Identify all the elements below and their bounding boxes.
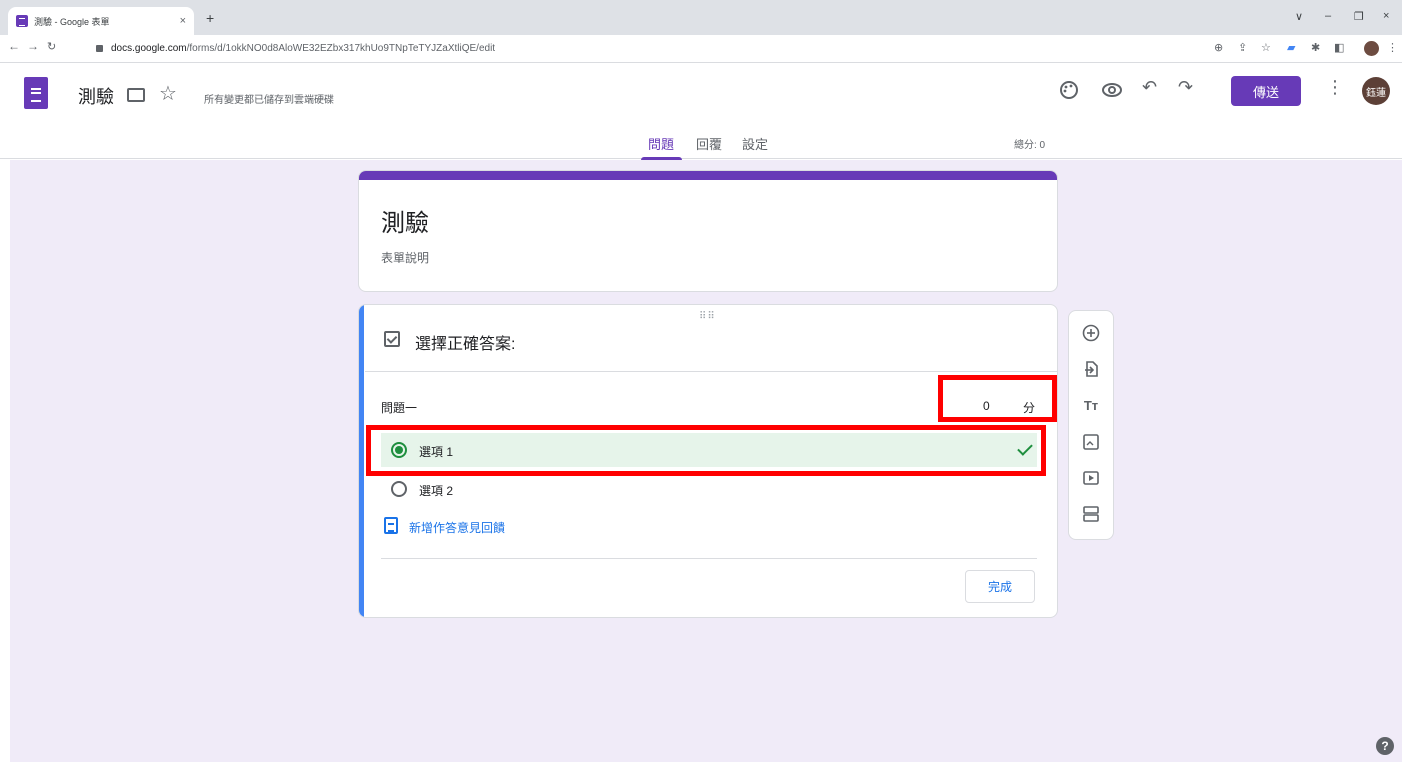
forward-icon[interactable]: → [27,39,39,53]
translate-extension-icon[interactable]: ▰ [1287,41,1295,54]
tab-settings[interactable]: 設定 [742,134,768,153]
divider [381,558,1037,559]
add-section-icon[interactable] [1081,504,1101,524]
folder-icon[interactable] [127,88,145,102]
minimize-button[interactable]: – [1325,10,1331,22]
profile-avatar-icon[interactable] [1364,41,1379,56]
add-video-icon[interactable] [1081,468,1101,488]
add-question-icon[interactable] [1081,323,1101,343]
redo-icon[interactable]: ↷ [1178,77,1193,98]
back-icon[interactable]: ← [8,39,20,53]
side-panel-icon[interactable]: ◧ [1334,41,1344,54]
reload-icon[interactable]: ↻ [47,40,56,53]
tab-questions[interactable]: 問題 [648,134,674,153]
form-description[interactable]: 表單說明 [381,249,429,266]
tab-search-icon[interactable]: ∨ [1295,10,1303,23]
share-icon[interactable]: ⇪ [1238,41,1247,54]
address-bar: ← → ↻ docs.google.com/forms/d/1okkNO0d8A… [0,35,1402,63]
browser-menu-icon[interactable]: ⋮ [1387,41,1398,54]
preview-eye-icon[interactable] [1101,80,1123,100]
drag-handle-icon[interactable]: ⠿⠿ [699,311,716,322]
done-button[interactable]: 完成 [965,570,1035,603]
add-image-icon[interactable] [1081,432,1101,452]
new-tab-button[interactable]: + [206,10,214,26]
tab-close-icon[interactable]: × [180,15,186,27]
form-title[interactable]: 測驗 [381,203,429,238]
undo-icon[interactable]: ↶ [1142,77,1157,98]
lock-icon [96,45,103,52]
radio-unchecked-icon[interactable] [391,481,407,497]
doc-title[interactable]: 測驗 [78,83,114,109]
divider [365,371,1057,372]
save-status: 所有變更都已儲存到雲端硬碟 [204,95,334,106]
points-highlight-box [938,375,1057,422]
browser-tab-title: 測驗 - Google 表單 [34,16,110,27]
more-options-icon[interactable]: ⋮ [1326,77,1344,98]
send-button[interactable]: 傳送 [1231,76,1301,106]
form-tabs: 問題 回覆 設定 [0,134,1402,159]
question-title: 問題一 [381,401,418,415]
answer-key-icon [384,331,400,347]
title-card-accent [359,171,1057,180]
forms-favicon-icon [16,15,28,27]
close-window-button[interactable]: × [1383,10,1389,22]
restore-button[interactable]: ❐ [1354,10,1364,23]
add-feedback-link[interactable]: 新增作答意見回饋 [409,519,505,536]
add-title-icon[interactable]: Tт [1081,395,1101,415]
browser-tab-bar: 測驗 - Google 表單 × + ∨ – ❐ × [0,0,1402,35]
active-card-indicator [359,305,364,617]
browser-tab[interactable]: 測驗 - Google 表單 × [8,7,194,35]
url-path: /forms/d/1okkNO0d8AloWE32EZbx317khUo9TNp… [186,43,496,54]
help-icon[interactable]: ? [1376,737,1394,755]
answer-key-header: 選擇正確答案: [415,336,516,353]
forms-logo-icon[interactable] [24,77,48,109]
total-points: 總分: 0 [1014,140,1046,151]
feedback-icon[interactable] [384,517,398,534]
option-label: 選項 2 [419,484,454,498]
form-title-card[interactable]: 測驗 表單說明 [358,170,1058,292]
url-host: docs.google.com [111,43,187,54]
star-icon[interactable]: ☆ [159,81,177,106]
account-avatar[interactable]: 鈺蓮 [1362,77,1390,105]
bookmark-star-icon[interactable]: ☆ [1261,41,1271,54]
side-toolbar: Tт [1068,310,1114,540]
url-field[interactable]: docs.google.com/forms/d/1okkNO0d8AloWE32… [96,43,495,54]
correct-answer-highlight-box [366,425,1046,476]
tab-responses[interactable]: 回覆 [696,134,722,153]
palette-icon[interactable] [1058,79,1080,101]
extensions-icon[interactable]: ✱ [1311,41,1320,54]
import-questions-icon[interactable] [1081,359,1101,379]
option-row[interactable]: 選項 2 [381,477,1037,501]
zoom-icon[interactable]: ⊕ [1214,41,1223,54]
